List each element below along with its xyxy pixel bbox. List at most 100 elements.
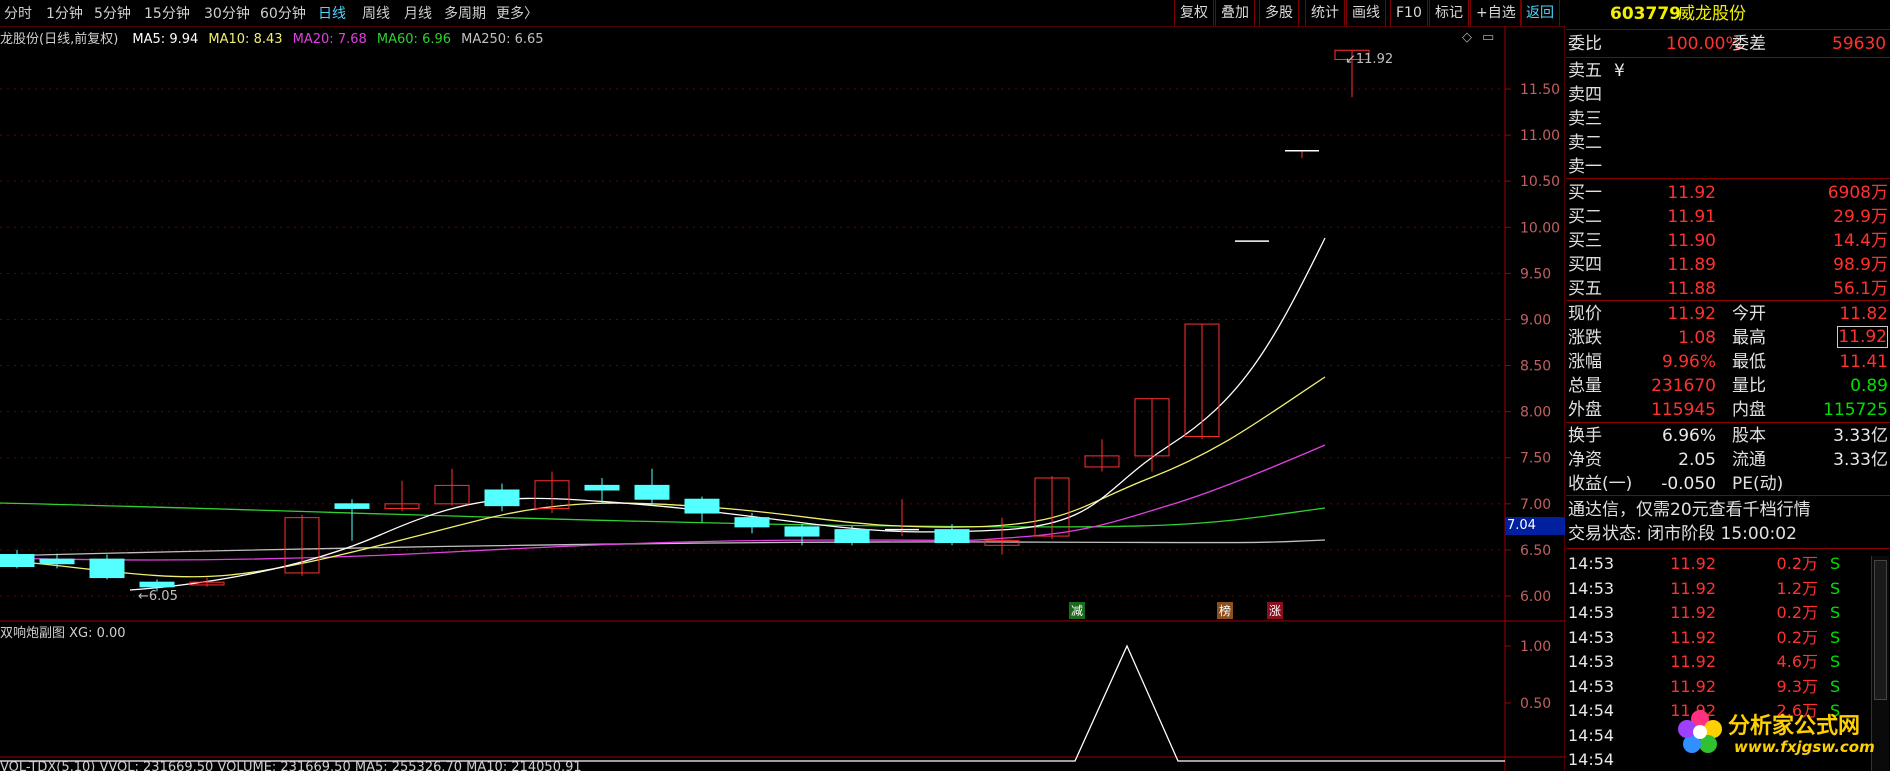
fund-value: 6.96% (1661, 426, 1716, 446)
buy-label: 买四 (1568, 255, 1602, 275)
period-tab-5[interactable]: 60分钟 (260, 3, 306, 23)
toolbar-button-8[interactable]: 返回 (1520, 0, 1560, 26)
tick-time: 14:54 (1568, 701, 1615, 720)
sub-tick-label: 0.50 (1520, 696, 1551, 712)
toolbar-button-4[interactable]: 画线 (1346, 0, 1386, 26)
weicha-label: 委差 (1732, 34, 1766, 54)
period-tab-10[interactable]: 更多〉 (496, 3, 538, 23)
stock-code: 603779 (1610, 4, 1681, 24)
period-tab-0[interactable]: 分时 (4, 3, 32, 23)
price-tick-label: 7.00 (1520, 497, 1551, 513)
tick-side: S (1830, 554, 1841, 573)
sell-label: 卖五 (1568, 61, 1602, 81)
toolbar-button-0[interactable]: 复权 (1174, 0, 1214, 26)
toolbar-button-6[interactable]: 标记 (1429, 0, 1469, 26)
stat-label: 最低 (1732, 352, 1766, 372)
stock-header: 603779 威龙股份 (1566, 2, 1890, 26)
buy-level-0: 买一 11.92 6908万 (1566, 181, 1890, 205)
toolbar-button-3[interactable]: 统计 (1305, 0, 1345, 26)
toolbar-button-7[interactable]: +自选 (1470, 0, 1522, 26)
toolbar-button-5[interactable]: F10 (1390, 0, 1428, 26)
weibi-label: 委比 (1568, 34, 1602, 54)
promo-text[interactable]: 通达信，仅需20元查看千档行情 (1568, 498, 1811, 522)
stat-label: 内盘 (1732, 400, 1766, 420)
fund-stat-row-1: 净资 2.05 流通 3.33亿 (1566, 448, 1890, 472)
buy-level-1: 买二 11.91 29.9万 (1566, 205, 1890, 229)
stat-label: 涨跌 (1568, 328, 1602, 348)
volume-legend: VOL-TDX(5,10) VVOL: 231669.50 VOLUME: 23… (0, 760, 582, 771)
ma10-line (0, 376, 1326, 578)
fund-label: 净资 (1568, 450, 1602, 470)
stat-value: 115725 (1823, 400, 1888, 420)
period-tab-4[interactable]: 30分钟 (204, 3, 250, 23)
fund-value: 3.33亿 (1833, 426, 1888, 446)
fund-label: PE(动) (1732, 474, 1784, 494)
sell-label: 卖四 (1568, 85, 1602, 105)
fund-value: 3.33亿 (1833, 450, 1888, 470)
status-row: 交易状态: 闭市阶段 15:00:02 (1566, 522, 1890, 546)
buy-volume: 56.1万 (1833, 279, 1888, 299)
weibi-value: 100.00% (1666, 34, 1742, 54)
candle-down (734, 517, 770, 528)
tick-volume: 0.2万 (1776, 603, 1818, 622)
quote-stat-row-0: 现价 11.92 今开 11.82 (1566, 302, 1890, 326)
xg-signal-line (0, 644, 1505, 762)
stat-value: 231670 (1651, 376, 1716, 396)
kline-chart[interactable]: ↙11.92 ←6.05 11.50 11.00 10.50 10.00 9.50 9.00… (0, 0, 1565, 771)
tick-time: 14:54 (1568, 750, 1615, 769)
diamond-icon[interactable]: ◇ (1462, 30, 1472, 45)
period-tab-1[interactable]: 1分钟 (46, 3, 83, 23)
price-tick-label: 11.00 (1520, 128, 1560, 144)
buy-volume: 6908万 (1827, 183, 1888, 203)
square-icon[interactable]: ▭ (1482, 30, 1494, 45)
period-tab-2[interactable]: 5分钟 (94, 3, 131, 23)
scrollbar-thumb[interactable] (1874, 560, 1887, 700)
fund-label: 股本 (1732, 426, 1766, 446)
toolbar-button-1[interactable]: 叠加 (1215, 0, 1255, 26)
tick-side: S (1830, 578, 1841, 598)
tick-time: 14:53 (1568, 652, 1615, 671)
tick-time: 14:53 (1568, 578, 1615, 598)
sell-label: 卖二 (1568, 133, 1602, 153)
stat-value: 1.08 (1678, 328, 1716, 348)
ma5-line (129, 237, 1326, 591)
weibi-row: 委比 100.00% 委差 59630 (1566, 32, 1890, 56)
fund-label: 收益(一) (1568, 474, 1633, 494)
tick-row-3: 14:53 11.92 0.2万 S (1566, 625, 1890, 650)
stat-value: 9.96% (1661, 352, 1716, 372)
candle-down (834, 529, 870, 544)
price-tick-label: 8.50 (1520, 359, 1551, 375)
buy-volume: 98.9万 (1833, 255, 1888, 275)
stat-value: 115945 (1651, 400, 1716, 420)
chart-title: 龙股份(日线,前复权) (0, 32, 119, 47)
price-tick-label: 8.00 (1520, 405, 1551, 421)
tick-time: 14:53 (1568, 554, 1615, 573)
stat-value: 11.82 (1839, 304, 1888, 324)
candle-down (784, 526, 820, 537)
signal-bang: 榜 (1217, 602, 1234, 619)
stat-label: 今开 (1732, 304, 1766, 324)
tick-time: 14:54 (1568, 725, 1615, 745)
promo-row[interactable]: 通达信，仅需20元查看千档行情 (1566, 498, 1890, 522)
sell-level-0: 卖五 ¥ (1566, 59, 1890, 83)
period-tab-7[interactable]: 周线 (362, 3, 390, 23)
low-price-label: ←6.05 (138, 589, 178, 604)
logo-title: 分析家公式网 (1728, 714, 1861, 739)
price-tick-label: 10.00 (1520, 220, 1560, 236)
stat-label: 总量 (1568, 376, 1602, 396)
sell-level-4: 卖一 (1566, 155, 1890, 179)
period-tab-3[interactable]: 15分钟 (144, 3, 190, 23)
price-tick-label: 11.50 (1520, 82, 1560, 98)
fund-value: 2.05 (1678, 450, 1716, 470)
period-tab-6[interactable]: 日线 (318, 3, 346, 23)
stat-value: 11.92 (1837, 326, 1888, 348)
toolbar-button-2[interactable]: 多股 (1259, 0, 1299, 26)
period-tab-9[interactable]: 多周期 (444, 3, 486, 23)
buy-price: 11.88 (1667, 279, 1716, 299)
price-tick-label: 9.00 (1520, 312, 1551, 328)
period-tab-8[interactable]: 月线 (404, 3, 432, 23)
sell-label: 卖一 (1568, 157, 1602, 177)
tick-side: S (1830, 627, 1841, 647)
buy-level-4: 买五 11.88 56.1万 (1566, 277, 1890, 301)
tick-volume: 0.2万 (1776, 627, 1818, 647)
